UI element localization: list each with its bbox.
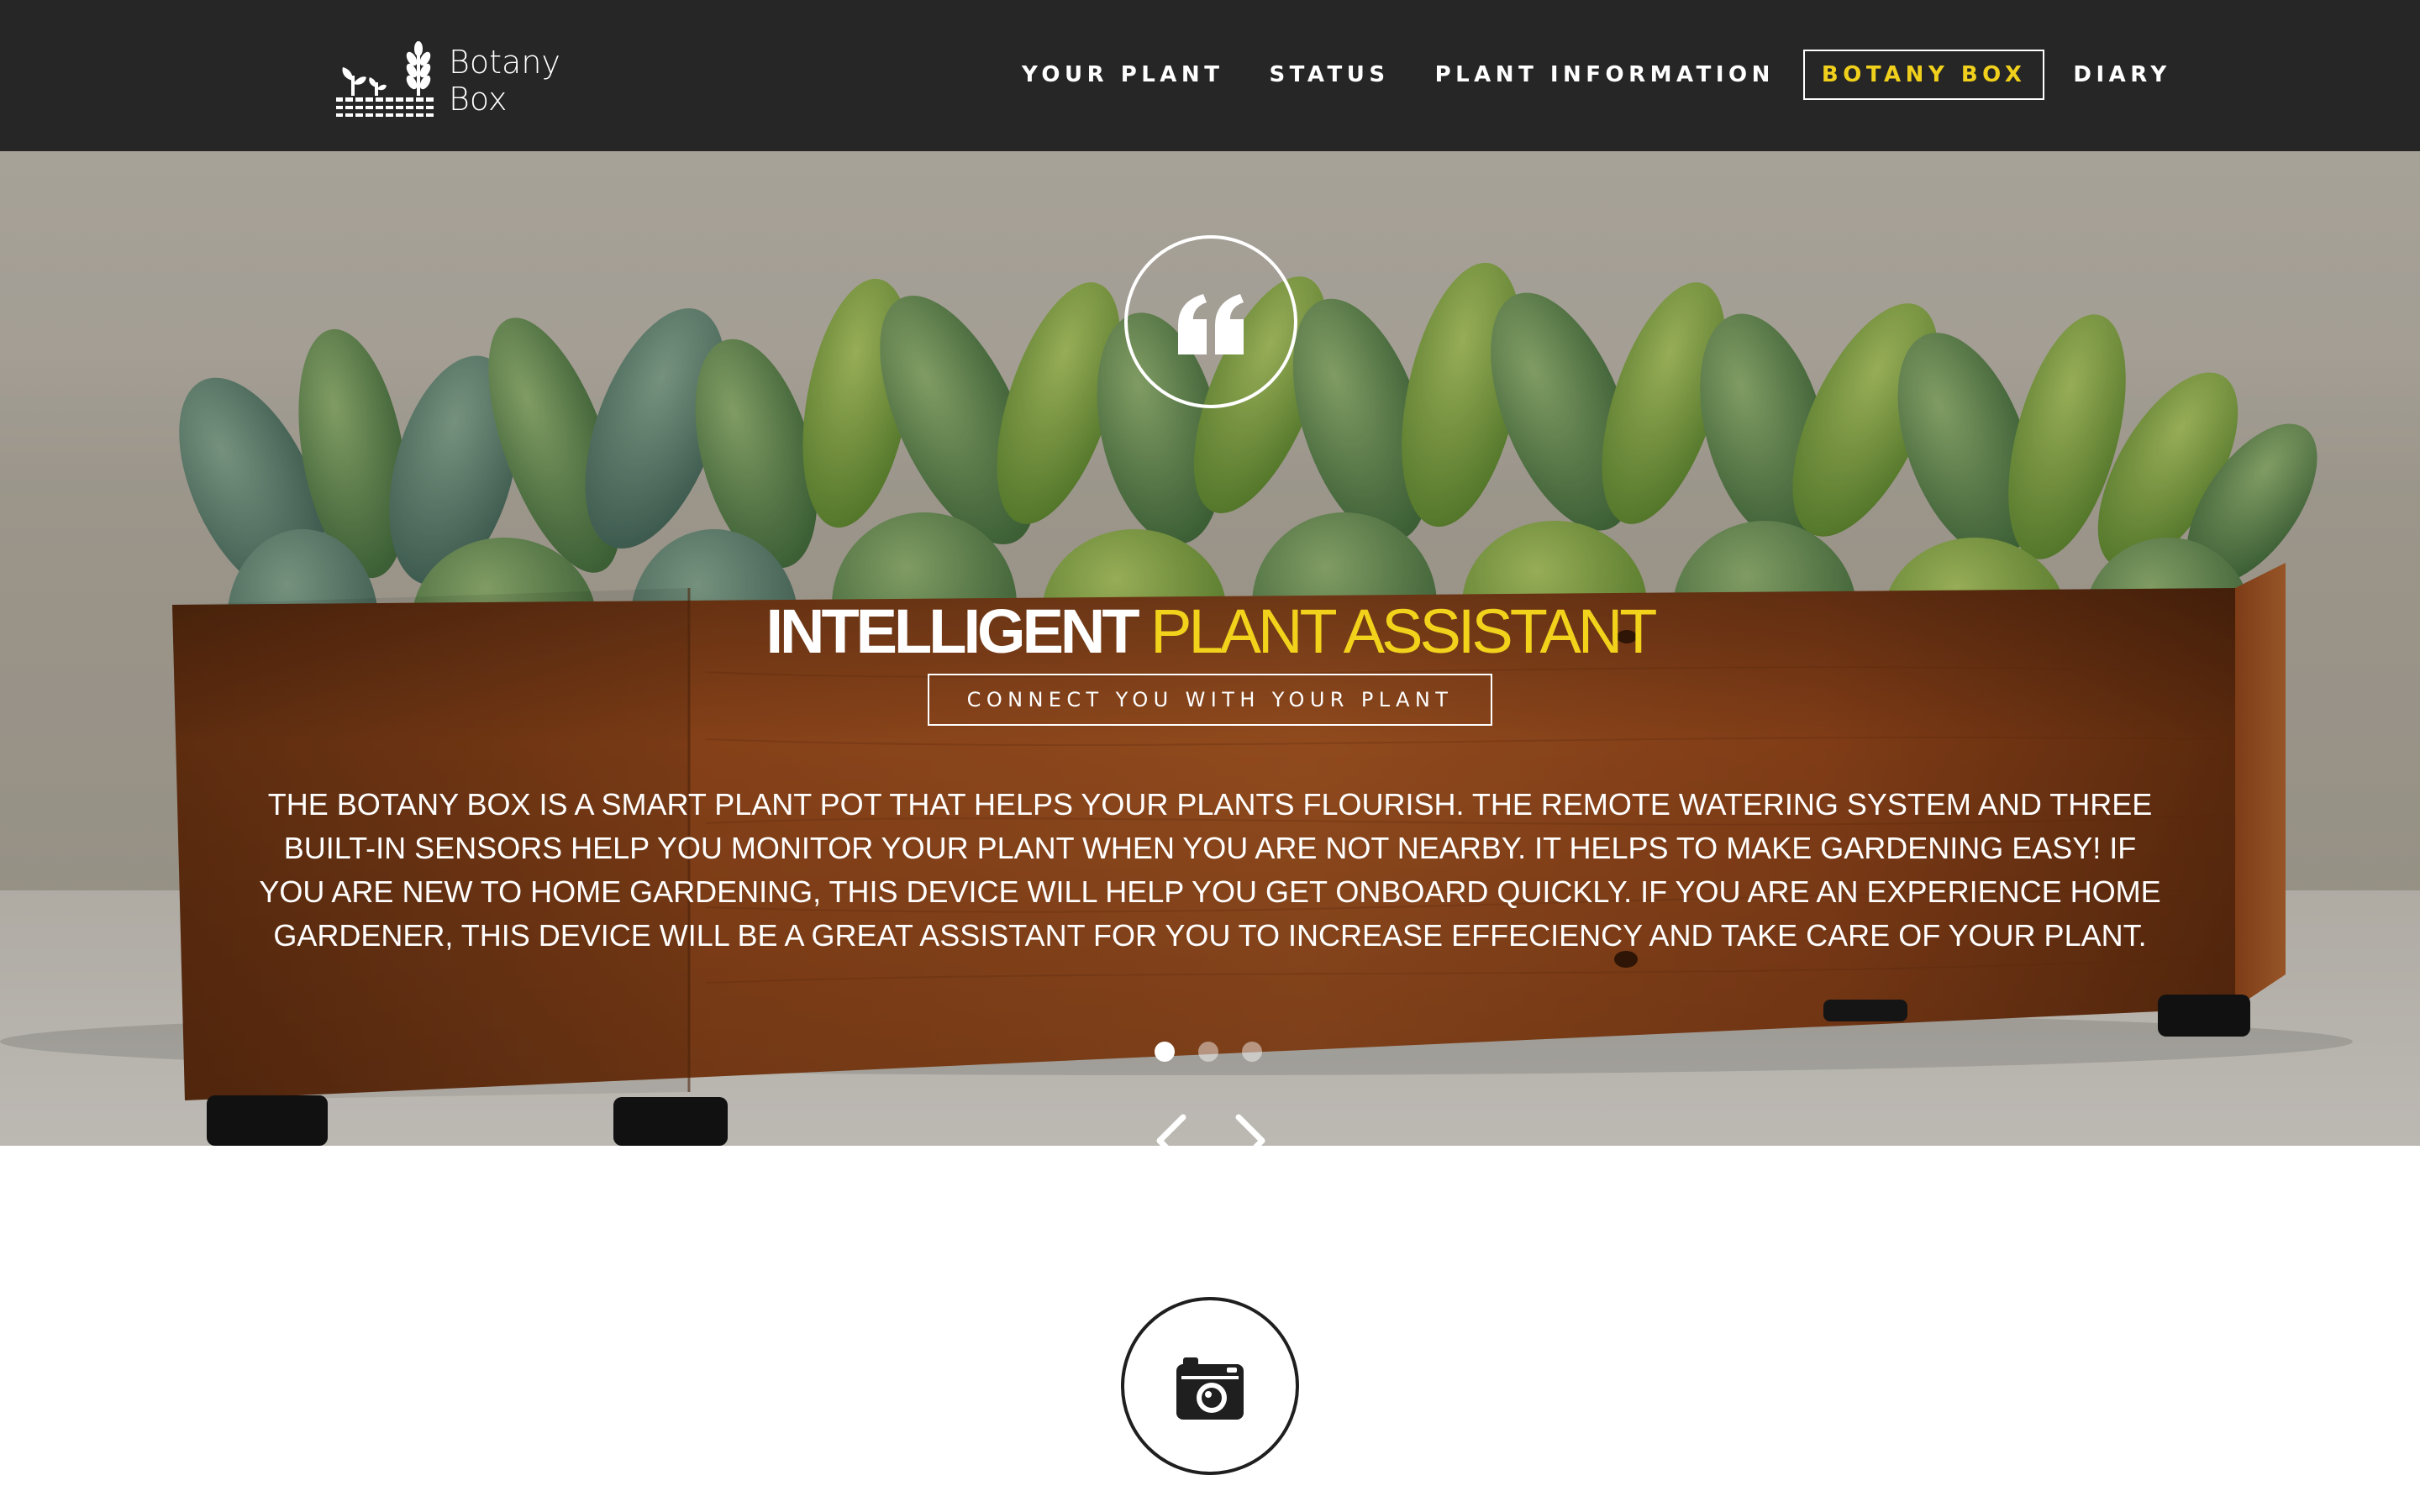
hero-description: The Botany Box is a smart plant pot that… (259, 787, 2161, 953)
hero-tagline: CONNECT YOU WITH YOUR PLANT (928, 674, 1492, 726)
carousel-indicators (1155, 1040, 1269, 1063)
nav-status[interactable]: STATUS (1252, 50, 1406, 100)
nav-your-plant[interactable]: YOUR PLANT (1005, 50, 1240, 100)
nav-plant-information[interactable]: PLANT INFORMATION (1418, 50, 1791, 100)
carousel-dot-2[interactable] (1198, 1042, 1218, 1062)
hero-title-accent: PLANT ASSISTANT (1150, 596, 1657, 666)
logo-line-2: Box (449, 81, 508, 118)
nav-diary[interactable]: DIARY (2056, 50, 2187, 100)
carousel-dot-3[interactable] (1242, 1042, 1262, 1062)
carousel-next-button[interactable] (1230, 1114, 1270, 1146)
quote-icon (1178, 294, 1244, 354)
logo-wordmark: Botany Box (449, 44, 560, 118)
logo-line-1: Botany (449, 44, 560, 81)
hero-title-bold: INTELLIGENT (765, 596, 1139, 666)
nav-botany-box[interactable]: BOTANY BOX (1802, 50, 2045, 100)
main-nav: YOUR PLANT STATUS PLANT INFORMATION BOTA… (1005, 49, 2200, 101)
carousel-dot-1[interactable] (1155, 1042, 1175, 1062)
camera-section-badge (1121, 1297, 1299, 1475)
botany-box-logo[interactable]: Botany Box (334, 40, 560, 121)
top-navbar: Botany Box YOUR PLANT STATUS PLANT INFOR… (0, 0, 2420, 151)
camera-icon (1176, 1357, 1244, 1420)
quote-badge (1124, 235, 1297, 408)
carousel-prev-button[interactable] (1151, 1114, 1192, 1146)
hero-title: INTELLIGENT PLANT ASSISTANT (0, 596, 2420, 667)
chevron-left-icon (1156, 1114, 1186, 1146)
chevron-right-icon (1235, 1114, 1265, 1146)
hero-carousel: INTELLIGENT PLANT ASSISTANT CONNECT YOU … (0, 151, 2420, 1146)
logo-plant-icon (336, 41, 434, 119)
